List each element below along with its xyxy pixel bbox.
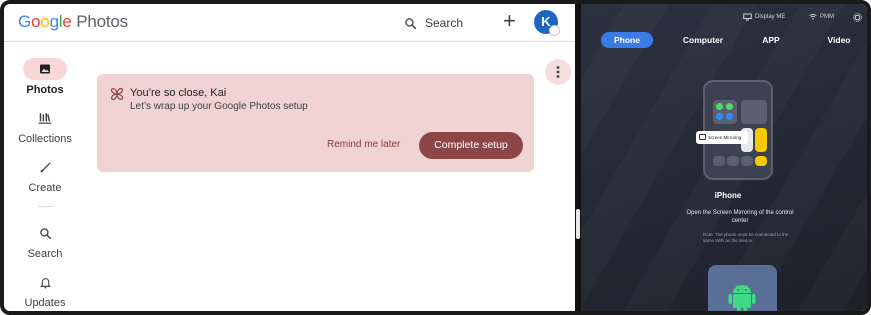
nav-pill	[23, 58, 67, 80]
more-options-button[interactable]	[545, 59, 571, 85]
setup-card-title: You’re so close, Kai	[130, 87, 227, 99]
nav-pill	[23, 222, 67, 244]
nav-item-search[interactable]: Search	[4, 222, 86, 260]
split-drag-handle[interactable]	[576, 209, 580, 239]
nav-label-create: Create	[28, 182, 62, 194]
settings-button[interactable]	[853, 13, 862, 22]
callout-label: Screen Mirroring	[708, 135, 742, 140]
search-icon	[39, 227, 51, 239]
screen-mirroring-callout: Screen Mirroring	[696, 131, 748, 144]
top-bar: Google Photos Search + K	[4, 4, 575, 42]
pinwheel-icon	[110, 87, 124, 101]
bell-icon	[39, 277, 51, 289]
nav-item-updates[interactable]: Updates	[4, 271, 86, 309]
nav-item-create[interactable]: Create	[4, 156, 86, 194]
setup-reminder-card: You’re so close, Kai Let’s wrap up your …	[97, 74, 534, 172]
nav-item-photos[interactable]: Photos	[4, 58, 86, 96]
search-button[interactable]: Search	[404, 13, 463, 33]
more-vert-icon	[556, 66, 560, 78]
setup-card-subtitle: Let’s wrap up your Google Photos setup	[130, 101, 308, 112]
source-tabs: Phone Computer APP Video	[601, 32, 863, 48]
complete-setup-button[interactable]: Complete setup	[419, 132, 523, 159]
google-photos-logo[interactable]: Google Photos	[18, 12, 128, 32]
create-plus-icon[interactable]: +	[503, 10, 516, 32]
screen-frame: Google Photos Search + K Photos Collecti…	[0, 0, 871, 315]
nav-pill	[23, 271, 67, 293]
photo-icon	[40, 64, 50, 74]
screen-mirroring-icon	[699, 134, 706, 140]
search-label: Search	[425, 16, 464, 30]
nav-divider	[38, 206, 54, 207]
brush-icon	[40, 162, 50, 172]
avatar-badge-icon	[549, 25, 560, 36]
wifi-status[interactable]: PMM	[809, 13, 834, 20]
search-icon	[405, 17, 417, 29]
nav-label-search: Search	[27, 248, 63, 260]
android-icon	[728, 284, 756, 311]
nav-label-photos: Photos	[26, 84, 64, 96]
tab-app[interactable]: APP	[751, 32, 791, 48]
display-name: Display ME	[755, 14, 786, 20]
nav-pill	[23, 107, 67, 129]
tab-phone[interactable]: Phone	[601, 32, 653, 48]
nav-pill	[23, 156, 67, 178]
gear-icon	[853, 13, 862, 22]
tab-video[interactable]: Video	[815, 32, 863, 48]
collections-icon	[38, 112, 52, 124]
screen-mirroring-pane: Display ME PMM Phone Computer APP Video	[581, 4, 867, 311]
remind-me-later-button[interactable]: Remind me later	[327, 139, 400, 150]
nav-label-collections: Collections	[18, 133, 72, 145]
account-avatar[interactable]: K	[534, 10, 560, 36]
display-status[interactable]: Display ME	[743, 13, 785, 21]
monitor-icon	[743, 13, 752, 21]
wifi-name: PMM	[820, 13, 834, 20]
nav-label-updates: Updates	[24, 297, 66, 309]
instruction-text: Open the Screen Mirroring of the control…	[686, 210, 794, 224]
android-device-card[interactable]	[708, 265, 777, 311]
wifi-note: Note: The phone must be connected to the…	[703, 232, 789, 243]
google-photos-pane: Google Photos Search + K Photos Collecti…	[4, 4, 575, 311]
tab-computer[interactable]: Computer	[677, 32, 729, 48]
wifi-icon	[809, 13, 817, 20]
nav-item-collections[interactable]: Collections	[4, 107, 86, 145]
iphone-illustration	[703, 80, 773, 180]
device-title: iPhone	[714, 191, 742, 200]
